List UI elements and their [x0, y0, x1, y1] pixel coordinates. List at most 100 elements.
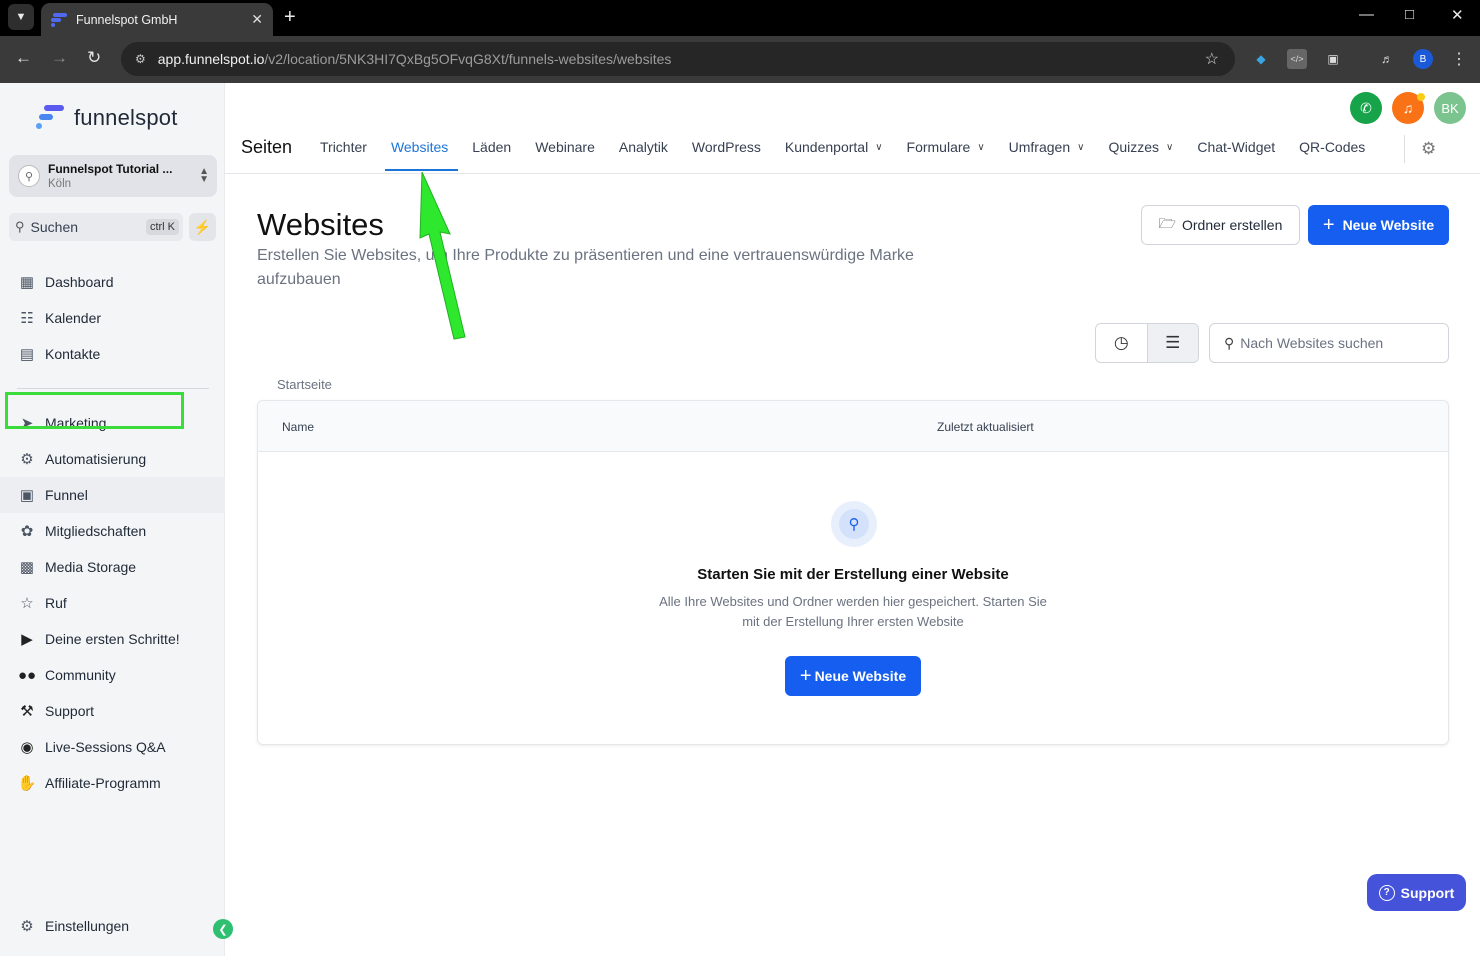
sidebar: funnelspot ⚲ Funnelspot Tutorial ... Köl…: [0, 83, 233, 956]
url-host: app.funnelspot.io: [157, 51, 265, 67]
new-website-button[interactable]: + Neue Website: [1308, 205, 1449, 245]
list-view-icon[interactable]: ☰: [1146, 324, 1198, 362]
hand-icon: ✋: [17, 775, 37, 792]
extension-code-icon[interactable]: </>: [1287, 49, 1307, 69]
close-tab-icon[interactable]: ✕: [251, 11, 263, 28]
browser-tab[interactable]: Funnelspot GmbH ✕: [41, 3, 273, 36]
back-button[interactable]: ←: [15, 48, 32, 68]
automation-icon: ⚙: [20, 451, 34, 468]
tab-search-button[interactable]: ▼: [8, 4, 34, 30]
sidebar-item-label: Dashboard: [45, 274, 114, 290]
create-folder-label: Ordner erstellen: [1181, 217, 1283, 233]
tab-qr-codes[interactable]: QR-Codes: [1299, 139, 1365, 155]
sidebar-item-media-storage[interactable]: ▩ Media Storage: [0, 549, 225, 585]
address-bar[interactable]: ⚙ app.funnelspot.io/v2/location/5NK3HI7Q…: [121, 42, 1235, 76]
logo-mark-icon: [36, 103, 64, 133]
create-folder-button[interactable]: 🗁 Ordner erstellen: [1141, 205, 1300, 245]
user-avatar[interactable]: BK: [1434, 92, 1466, 124]
sidebar-item-dashboard[interactable]: ▦ Dashboard: [0, 264, 225, 300]
maximize-button[interactable]: □: [1405, 6, 1414, 23]
favicon-icon: [51, 12, 67, 27]
tab-analytik[interactable]: Analytik: [619, 139, 668, 155]
search-icon: ⚲: [1224, 334, 1235, 351]
extension-globe-icon[interactable]: ◆: [1251, 49, 1271, 69]
support-label: Support: [1400, 884, 1455, 901]
sidebar-item-automatisierung[interactable]: ⚙ Automatisierung: [0, 441, 225, 477]
forward-button[interactable]: →: [51, 48, 68, 68]
tab-laeden[interactable]: Läden: [472, 139, 511, 155]
tab-umfragen[interactable]: Umfragen ∨: [1009, 139, 1085, 155]
collapse-sidebar-button[interactable]: ❮: [213, 919, 233, 939]
sidebar-search[interactable]: ⚲ Suchen ctrl K: [9, 213, 183, 241]
wrench-icon: ⚒: [20, 703, 34, 720]
tab-quizzes[interactable]: Quizzes ∨: [1108, 139, 1173, 155]
sidebar-item-affiliate[interactable]: ✋ Affiliate-Programm: [0, 765, 225, 801]
users-icon: ●●: [17, 666, 37, 684]
column-header-updated[interactable]: Zuletzt aktualisiert: [937, 420, 1034, 434]
empty-new-website-label: Neue Website: [814, 668, 907, 684]
sidebar-item-label: Kalender: [45, 310, 102, 326]
tab-chat-widget[interactable]: Chat-Widget: [1197, 139, 1275, 155]
sidebar-item-einstellungen[interactable]: ⚙ Einstellungen: [0, 908, 225, 944]
sidebar-item-funnel[interactable]: ▣ Funnel: [0, 477, 225, 513]
sidebar-item-label: Automatisierung: [45, 451, 147, 467]
chevron-down-icon: ∨: [875, 141, 883, 153]
sidebar-item-erste-schritte[interactable]: ▶ Deine ersten Schritte!: [0, 621, 225, 657]
browser-menu-icon[interactable]: ⋮: [1449, 49, 1469, 69]
sidebar-item-mitgliedschaften[interactable]: ✿ Mitgliedschaften: [0, 513, 225, 549]
chevron-down-icon: ∨: [1077, 141, 1085, 153]
profile-avatar[interactable]: B: [1413, 49, 1433, 69]
browser-tab-title: Funnelspot GmbH: [76, 12, 178, 27]
sidebar-item-kontakte[interactable]: ▤ Kontakte: [0, 336, 225, 372]
tab-wordpress[interactable]: WordPress: [692, 139, 761, 155]
sidebar-item-label: Kontakte: [45, 346, 101, 362]
view-toggle: ◷ ☰: [1095, 323, 1199, 363]
sidebar-item-label: Support: [45, 703, 95, 719]
minimize-button[interactable]: —: [1359, 6, 1374, 23]
extensions-puzzle-icon[interactable]: ▣: [1323, 49, 1343, 69]
column-header-name[interactable]: Name: [282, 420, 314, 434]
empty-state-text: Alle Ihre Websites und Ordner werden hie…: [659, 594, 1047, 629]
browser-titlebar: ▼ Funnelspot GmbH ✕ + — □ ✕: [0, 0, 1480, 36]
quick-actions-bolt-icon[interactable]: ⚡: [189, 213, 216, 241]
close-window-button[interactable]: ✕: [1451, 6, 1464, 24]
sidebar-item-label: Funnel: [45, 487, 88, 503]
phone-icon[interactable]: ✆: [1350, 92, 1382, 124]
sidebar-item-label: Mitgliedschaften: [45, 523, 147, 539]
media-control-icon[interactable]: ♬: [1377, 49, 1397, 69]
account-name: Funnelspot Tutorial ...: [48, 162, 173, 176]
folder-plus-icon: 🗁: [1158, 215, 1176, 231]
site-info-icon[interactable]: ⚙: [135, 52, 146, 66]
funnelspot-logo[interactable]: funnelspot: [36, 103, 178, 133]
settings-gear-icon[interactable]: ⚙: [1421, 139, 1436, 159]
account-switcher[interactable]: ⚲ Funnelspot Tutorial ... Köln ▲ ▼: [9, 155, 217, 197]
reload-button[interactable]: ↻: [87, 48, 101, 68]
plus-icon: +: [799, 664, 812, 687]
page-subtitle: Erstellen Sie Websites, um Ihre Produkte…: [257, 247, 914, 288]
gear-icon: ⚙: [20, 918, 34, 935]
tab-kundenportal[interactable]: Kundenportal ∨: [785, 139, 883, 155]
tab-websites[interactable]: Websites: [391, 139, 448, 155]
empty-new-website-button[interactable]: + Neue Website: [785, 656, 921, 696]
tab-webinare[interactable]: Webinare: [535, 139, 595, 155]
sidebar-item-kalender[interactable]: ☷ Kalender: [0, 300, 225, 336]
tab-trichter[interactable]: Trichter: [320, 139, 367, 155]
help-circle-icon: ?: [1378, 884, 1395, 901]
play-icon: ▶: [21, 631, 33, 648]
sidebar-item-live-sessions[interactable]: ◉ Live-Sessions Q&A: [0, 729, 225, 765]
new-tab-button[interactable]: +: [284, 6, 296, 29]
sidebar-item-community[interactable]: ●● Community: [0, 657, 225, 693]
website-search-input[interactable]: ⚲ Nach Websites suchen: [1209, 323, 1449, 363]
tab-formulare[interactable]: Formulare ∨: [907, 139, 985, 155]
support-chat-button[interactable]: ? Support: [1367, 874, 1466, 911]
image-icon: ▩: [19, 559, 35, 576]
sidebar-item-support[interactable]: ⚒ Support: [0, 693, 225, 729]
websites-table-card: Name Zuletzt aktualisiert ⚲ Starten Sie …: [257, 400, 1449, 745]
empty-state-search-icon: ⚲: [831, 501, 877, 547]
url-path: /v2/location/5NK3HI7QxBg5OFvqG8Xt/funnel…: [264, 51, 672, 67]
sidebar-item-ruf[interactable]: ☆ Ruf: [0, 585, 225, 621]
tabs-divider: [1404, 135, 1405, 163]
breadcrumb[interactable]: Startseite: [277, 377, 332, 392]
recent-clock-icon[interactable]: ◷: [1096, 324, 1147, 362]
bookmark-star-icon[interactable]: ☆: [1205, 49, 1219, 69]
